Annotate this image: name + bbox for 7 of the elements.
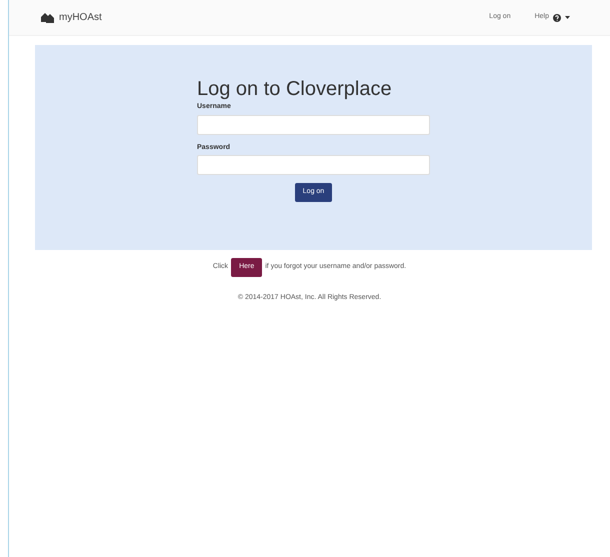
username-field[interactable]	[197, 114, 430, 134]
page-title: Log on to Cloverplace	[197, 77, 393, 101]
houses-icon	[41, 12, 55, 23]
caret-icon	[565, 16, 570, 19]
brand-name[interactable]: myHOAst	[59, 10, 102, 25]
password-field[interactable]	[197, 155, 430, 175]
question-icon	[553, 14, 561, 22]
